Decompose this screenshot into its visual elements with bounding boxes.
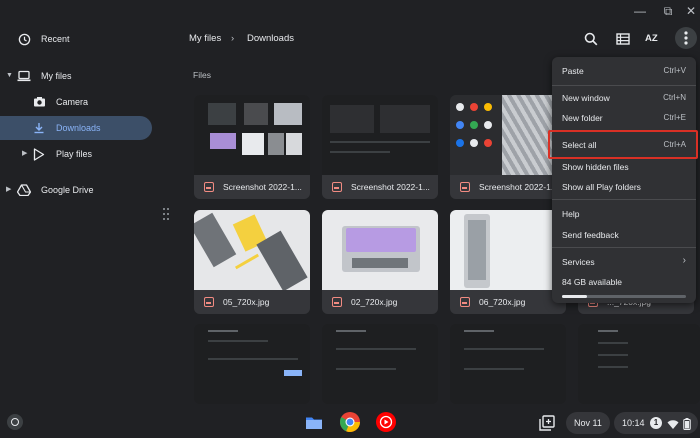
file-thumbnail bbox=[322, 210, 438, 290]
image-file-icon bbox=[332, 297, 342, 307]
menu-item-send-feedback[interactable]: Send feedback bbox=[552, 224, 696, 246]
camera-icon bbox=[32, 95, 46, 109]
file-tile[interactable] bbox=[450, 324, 566, 404]
file-name: 02_720x.jpg bbox=[351, 297, 398, 307]
notification-badge: 1 bbox=[650, 417, 662, 429]
image-file-icon bbox=[332, 182, 342, 192]
files-app-icon[interactable] bbox=[303, 411, 325, 433]
image-file-icon bbox=[460, 182, 470, 192]
sidebar-item-downloads[interactable]: Downloads bbox=[0, 116, 152, 140]
holding-space-icon[interactable] bbox=[538, 414, 556, 432]
file-tile[interactable] bbox=[194, 324, 310, 404]
battery-icon bbox=[683, 417, 691, 435]
file-thumbnail bbox=[450, 210, 566, 290]
launcher-button[interactable] bbox=[7, 414, 23, 430]
more-options-menu: Paste Ctrl+V New window Ctrl+N New folde… bbox=[552, 57, 696, 303]
file-name: Screenshot 2022-1... bbox=[351, 182, 430, 192]
sidebar-item-my-files[interactable]: ▼ My files bbox=[0, 64, 160, 88]
youtube-music-icon[interactable] bbox=[375, 411, 397, 433]
image-file-icon bbox=[460, 297, 470, 307]
breadcrumb-downloads[interactable]: Downloads bbox=[247, 33, 294, 44]
title-bar: — ⧉ ✕ bbox=[0, 0, 700, 22]
more-vertical-icon bbox=[684, 31, 688, 45]
menu-item-show-all-play-folders[interactable]: Show all Play folders bbox=[552, 176, 696, 198]
sidebar-item-label: Play files bbox=[56, 149, 93, 159]
file-thumbnail bbox=[322, 95, 438, 175]
chevron-right-icon[interactable]: ▶ bbox=[22, 150, 30, 158]
time-label: 10:14 bbox=[622, 418, 645, 428]
wifi-icon bbox=[667, 417, 679, 435]
toolbar: My files › Downloads AZ bbox=[172, 22, 700, 56]
file-tile[interactable]: 02_720x.jpg bbox=[322, 210, 438, 314]
image-file-icon bbox=[204, 297, 214, 307]
file-tile[interactable] bbox=[578, 324, 700, 404]
menu-item-new-folder[interactable]: New folder Ctrl+E bbox=[552, 107, 696, 129]
file-thumbnail bbox=[194, 95, 310, 175]
close-button[interactable]: ✕ bbox=[683, 3, 699, 19]
file-name: 06_720x.jpg bbox=[479, 297, 526, 307]
file-name: Screenshot 2022-1... bbox=[223, 182, 302, 192]
file-name: Screenshot 2022-1... bbox=[479, 182, 558, 192]
chevron-down-icon[interactable]: ▼ bbox=[6, 72, 14, 80]
search-icon[interactable] bbox=[583, 31, 599, 47]
chevron-right-icon: › bbox=[682, 255, 686, 266]
laptop-icon bbox=[17, 69, 31, 83]
files-section-label: Files bbox=[193, 70, 211, 80]
storage-bar-fill bbox=[562, 295, 587, 298]
sidebar-item-label: Camera bbox=[56, 97, 89, 107]
more-options-button[interactable] bbox=[675, 27, 697, 49]
date-tray[interactable]: Nov 11 bbox=[566, 412, 610, 434]
file-tile[interactable]: Screenshot 2022-1... bbox=[194, 95, 310, 199]
file-tile[interactable] bbox=[322, 324, 438, 404]
menu-item-new-window[interactable]: New window Ctrl+N bbox=[552, 87, 696, 109]
clock-icon bbox=[17, 32, 31, 46]
play-store-icon bbox=[32, 147, 46, 161]
menu-item-paste[interactable]: Paste Ctrl+V bbox=[552, 60, 696, 82]
sidebar: Recent ▼ My files Camera Downloads ▶ Pla… bbox=[0, 22, 160, 404]
breadcrumb-separator: › bbox=[231, 33, 235, 44]
date-label: Nov 11 bbox=[574, 418, 602, 428]
storage-info: 84 GB available bbox=[562, 277, 623, 287]
file-name: 05_720x.jpg bbox=[223, 297, 270, 307]
status-tray[interactable]: 10:14 1 bbox=[614, 412, 698, 434]
sidebar-item-label: Google Drive bbox=[41, 185, 94, 195]
menu-item-help[interactable]: Help bbox=[552, 203, 696, 225]
sidebar-item-play-files[interactable]: ▶ Play files bbox=[0, 142, 160, 166]
google-drive-icon bbox=[17, 183, 31, 197]
breadcrumb-my-files[interactable]: My files bbox=[189, 33, 221, 44]
menu-item-show-hidden-files[interactable]: Show hidden files bbox=[552, 156, 696, 178]
menu-item-services[interactable]: Services › bbox=[552, 251, 696, 273]
sort-button[interactable]: AZ bbox=[645, 31, 663, 47]
sidebar-item-recent[interactable]: Recent bbox=[0, 27, 160, 51]
file-tile[interactable]: Screenshot 2022-1... bbox=[322, 95, 438, 199]
sidebar-item-label: Recent bbox=[41, 34, 70, 44]
select-all-highlight bbox=[548, 130, 698, 159]
image-file-icon bbox=[204, 182, 214, 192]
chrome-icon[interactable] bbox=[339, 411, 361, 433]
file-thumbnail bbox=[194, 210, 310, 290]
list-view-icon[interactable] bbox=[615, 31, 631, 47]
storage-bar bbox=[562, 295, 686, 298]
file-tile[interactable]: 05_720x.jpg bbox=[194, 210, 310, 314]
download-icon bbox=[32, 121, 46, 135]
chevron-right-icon[interactable]: ▶ bbox=[6, 186, 14, 194]
sidebar-resize-handle[interactable] bbox=[163, 208, 169, 222]
file-tile[interactable]: 06_720x.jpg bbox=[450, 210, 566, 314]
minimize-button[interactable]: — bbox=[632, 3, 648, 19]
maximize-button[interactable]: ⧉ bbox=[660, 3, 676, 19]
sidebar-item-label: My files bbox=[41, 71, 72, 81]
sidebar-item-label: Downloads bbox=[56, 123, 101, 133]
sidebar-item-camera[interactable]: Camera bbox=[0, 90, 160, 114]
shelf: Nov 11 10:14 1 bbox=[0, 404, 700, 438]
sidebar-item-google-drive[interactable]: ▶ Google Drive bbox=[0, 178, 160, 202]
